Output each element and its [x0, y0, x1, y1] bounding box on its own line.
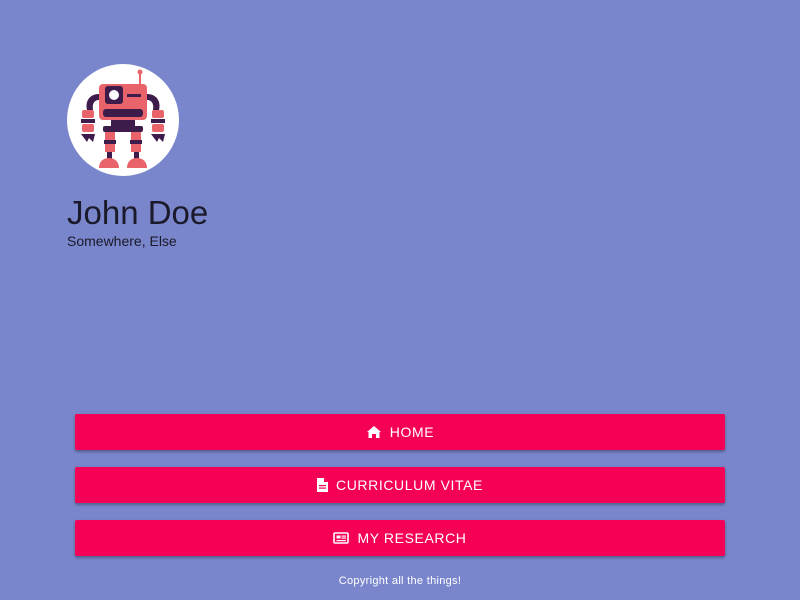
nav-menu: HOME CURRICULUM VITAE MY RESEARCH — [75, 414, 725, 573]
home-icon — [366, 425, 382, 439]
curriculum-vitae-button-label: CURRICULUM VITAE — [335, 477, 484, 493]
my-research-button-label: MY RESEARCH — [357, 530, 467, 546]
footer-copyright: Copyright all the things! — [338, 575, 462, 587]
profile-name: John Doe — [67, 194, 209, 231]
avatar — [67, 64, 179, 176]
home-button-label: HOME — [389, 424, 435, 440]
document-icon — [316, 478, 328, 492]
my-research-button[interactable]: MY RESEARCH — [75, 520, 725, 556]
robot-icon — [81, 69, 165, 168]
home-button[interactable]: HOME — [75, 414, 725, 450]
profile-section: John Doe Somewhere, Else — [67, 64, 208, 250]
newspaper-icon — [333, 532, 350, 544]
curriculum-vitae-button[interactable]: CURRICULUM VITAE — [75, 467, 725, 503]
profile-location: Somewhere, Else — [67, 233, 177, 249]
